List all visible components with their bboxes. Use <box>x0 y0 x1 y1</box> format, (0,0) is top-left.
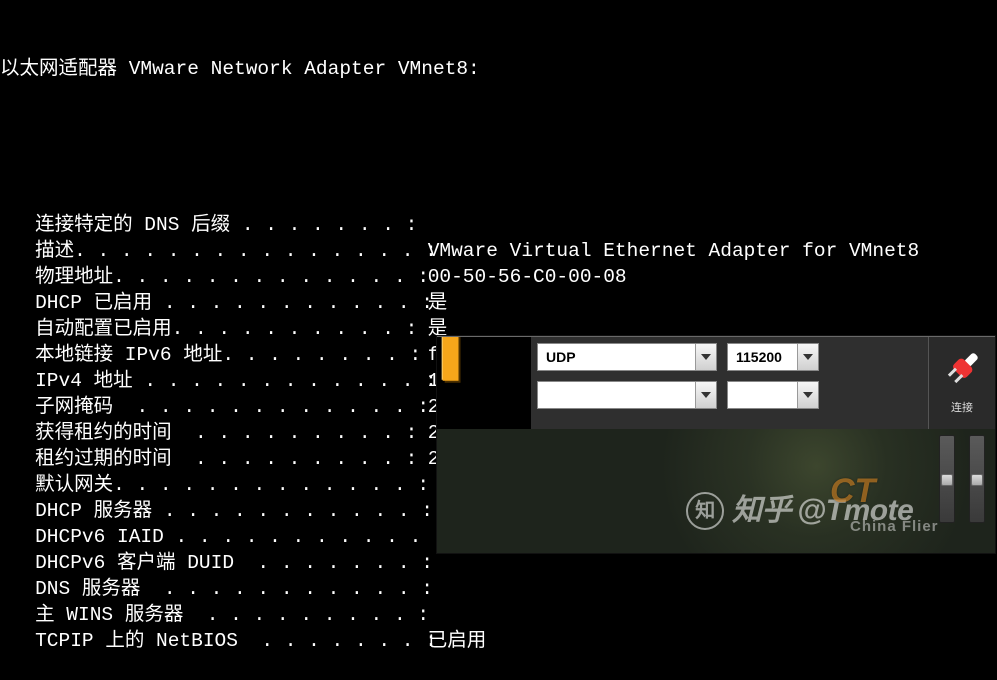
row-label: DNS 服务器 . . . . . . . . . . . : <box>0 576 416 602</box>
chevron-down-icon <box>701 354 711 360</box>
watermark-zhihu-text: 知乎 <box>732 498 791 524</box>
ipconfig-row: DHCPv6 客户端 DUID . . . . . . . : <box>0 550 919 576</box>
ipconfig-row: 连接特定的 DNS 后缀 . . . . . . . : <box>0 212 919 238</box>
row-label: DHCPv6 IAID . . . . . . . . . . . : <box>0 524 416 550</box>
watermark-logo-sub: China Flier <box>850 514 939 540</box>
row-label: 主 WINS 服务器 . . . . . . . . . : <box>0 602 416 628</box>
ipconfig-row: 物理地址. . . . . . . . . . . . . : 00-50-56… <box>0 264 919 290</box>
ipconfig-row: 描述. . . . . . . . . . . . . . . : VMware… <box>0 238 919 264</box>
row-label: 本地链接 IPv6 地址. . . . . . . . : <box>0 342 416 368</box>
row-value: 已启用 <box>416 628 486 654</box>
slider-thumb[interactable] <box>971 474 983 486</box>
protocol-select[interactable]: UDP <box>537 343 717 371</box>
chevron-down-icon <box>803 354 813 360</box>
row-label: 默认网关. . . . . . . . . . . . . : <box>0 472 416 498</box>
protocol-select-value: UDP <box>538 344 695 370</box>
row-label: DHCP 服务器 . . . . . . . . . . . : <box>0 498 416 524</box>
connect-label: 连接 <box>951 395 973 421</box>
app-logo-letter: T <box>437 337 478 357</box>
connect-button[interactable]: 连接 <box>928 337 995 429</box>
row-label: TCPIP 上的 NetBIOS . . . . . . . : <box>0 628 416 654</box>
row-value: 00-50-56-C0-00-08 <box>416 264 627 290</box>
chevron-down-icon <box>701 392 711 398</box>
row-label: DHCP 已启用 . . . . . . . . . . . : <box>0 290 416 316</box>
row-label: 物理地址. . . . . . . . . . . . . : <box>0 264 416 290</box>
slider-right[interactable] <box>969 435 985 523</box>
row-label: 租约过期的时间 . . . . . . . . . : <box>0 446 416 472</box>
baudrate-select-value: 115200 <box>728 344 797 370</box>
watermark-logo: CT <box>830 478 875 504</box>
baudrate-select[interactable]: 115200 <box>727 343 819 371</box>
zhihu-logo-icon: 知 <box>686 492 724 530</box>
row-label: 子网掩码 . . . . . . . . . . . . : <box>0 394 416 420</box>
row-label: DHCPv6 客户端 DUID . . . . . . . : <box>0 550 416 576</box>
app-logo: T <box>437 337 531 429</box>
row-label: IPv4 地址 . . . . . . . . . . . . : <box>0 368 416 394</box>
ipconfig-row: 主 WINS 服务器 . . . . . . . . . : <box>0 602 919 628</box>
ipconfig-row: TCPIP 上的 NetBIOS . . . . . . . : 已启用 <box>0 628 919 654</box>
port-select[interactable] <box>727 381 819 409</box>
dropdown-button[interactable] <box>695 382 716 408</box>
host-select[interactable] <box>537 381 717 409</box>
row-label: 描述. . . . . . . . . . . . . . . : <box>0 238 416 264</box>
row-value: 是 <box>416 290 447 316</box>
dropdown-button[interactable] <box>797 344 818 370</box>
slider-thumb[interactable] <box>941 474 953 486</box>
plug-icon <box>938 345 986 393</box>
ipconfig-row: DHCP 已启用 . . . . . . . . . . . : 是 <box>0 290 919 316</box>
row-label: 自动配置已启用. . . . . . . . . . : <box>0 316 416 342</box>
chevron-down-icon <box>803 392 813 398</box>
row-value: VMware Virtual Ethernet Adapter for VMne… <box>416 238 919 264</box>
row-label: 获得租约的时间 . . . . . . . . . : <box>0 420 416 446</box>
row-label: 连接特定的 DNS 后缀 . . . . . . . : <box>0 212 416 238</box>
dropdown-button[interactable] <box>797 382 818 408</box>
ipconfig-row: DNS 服务器 . . . . . . . . . . . : <box>0 576 919 602</box>
dropdown-button[interactable] <box>695 344 716 370</box>
adapter-header: 以太网适配器 VMware Network Adapter VMnet8: <box>0 56 919 82</box>
slider-left[interactable] <box>939 435 955 523</box>
